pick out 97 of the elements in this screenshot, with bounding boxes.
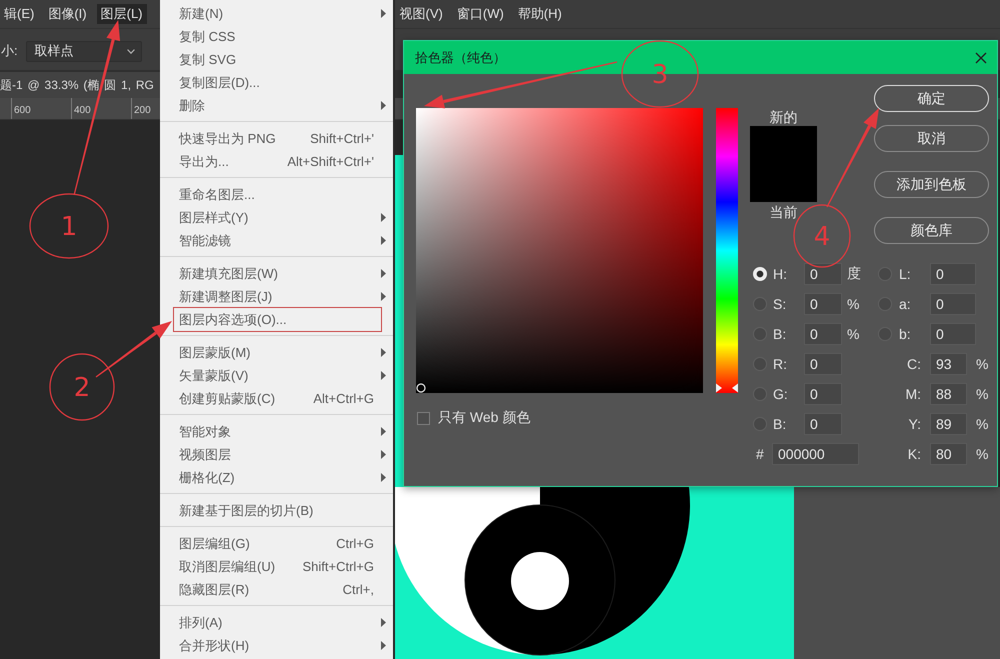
ruler-label: 400 xyxy=(74,105,91,116)
value-field[interactable]: 89 xyxy=(930,413,967,435)
unit-label: % xyxy=(847,326,860,342)
ruler-label: 200 xyxy=(134,105,151,116)
ring-marker-icon[interactable] xyxy=(416,383,426,393)
menu-item[interactable]: 智能对象 xyxy=(160,420,393,443)
menu-item[interactable]: 重命名图层... xyxy=(160,183,393,206)
menu-item[interactable]: 导出为... Alt+Shift+Ctrl+' xyxy=(160,150,393,173)
document-tab[interactable]: 题-1 @ 33.3% (椭 圆 1, RG xyxy=(0,72,160,98)
field-label: # xyxy=(756,446,764,462)
checkbox-label: 只有 Web 颜色 xyxy=(438,409,530,427)
field-label: B: xyxy=(773,416,786,432)
radio-button[interactable] xyxy=(878,327,892,341)
value-field[interactable]: 0 xyxy=(804,383,842,405)
value-field[interactable]: 0 xyxy=(930,263,976,285)
value-field[interactable]: 80 xyxy=(930,443,967,465)
value-field[interactable]: 93 xyxy=(930,353,967,375)
field-label: B: xyxy=(773,326,786,342)
menu-item[interactable]: 新建调整图层(J) xyxy=(160,285,393,308)
field-label: S: xyxy=(773,296,786,312)
dialog-button[interactable]: 取消 xyxy=(874,125,989,152)
menu-item[interactable]: 复制 SVG xyxy=(160,48,393,71)
checkbox[interactable] xyxy=(417,412,430,424)
color-field[interactable] xyxy=(416,108,703,393)
menu-item[interactable]: 新建基于图层的切片(B) xyxy=(160,499,393,522)
ruler-label: 600 xyxy=(14,105,31,116)
unit-label: 度 xyxy=(847,265,861,283)
menu-item[interactable]: 新建(N) xyxy=(160,2,393,25)
dialog-button[interactable]: 添加到色板 xyxy=(874,171,989,198)
menu-bar-item[interactable]: 图层(L) xyxy=(96,4,147,24)
field-label: R: xyxy=(773,356,787,372)
step-callout: 2 xyxy=(49,353,115,421)
radio-button[interactable] xyxy=(753,327,767,341)
value-field[interactable]: 0 xyxy=(804,263,842,285)
field-label: 小: xyxy=(1,42,18,60)
hue-slider[interactable] xyxy=(716,108,738,393)
menu-item[interactable]: 图层编组(G) Ctrl+G xyxy=(160,532,393,555)
value-field[interactable]: 0 xyxy=(804,413,842,435)
menu-bar-item[interactable]: 视图(V) xyxy=(396,4,447,24)
value-field[interactable]: 0 xyxy=(804,353,842,375)
field-label: H: xyxy=(773,266,787,282)
field-label: G: xyxy=(773,386,788,402)
field-label: C: xyxy=(907,356,921,372)
menu-item[interactable]: 图层蒙版(M) xyxy=(160,341,393,364)
menu-item[interactable]: 合并形状(H) xyxy=(160,634,393,657)
value-field[interactable]: 000000 xyxy=(772,443,859,465)
unit-label: % xyxy=(976,356,988,372)
unit-label: % xyxy=(847,296,860,312)
menu-item[interactable]: 排列(A) xyxy=(160,611,393,634)
menu-item[interactable]: 栅格化(Z) xyxy=(160,466,393,489)
dropdown[interactable]: 取样点 xyxy=(26,40,142,62)
menu-item[interactable]: 隐藏图层(R) Ctrl+, xyxy=(160,578,393,601)
value-field[interactable]: 0 xyxy=(804,293,842,315)
field-label: M: xyxy=(905,386,921,402)
menu-item[interactable]: 视频图层 xyxy=(160,443,393,466)
menu-item[interactable]: 图层样式(Y) xyxy=(160,206,393,229)
menu-bar-item[interactable]: 窗口(W) xyxy=(452,4,508,24)
unit-label: % xyxy=(976,386,988,402)
field-label: L: xyxy=(899,266,911,282)
menu-bar-item[interactable]: 辑(E) xyxy=(0,4,38,24)
dialog-title: 拾色器（纯色） xyxy=(415,48,507,66)
value-field[interactable]: 88 xyxy=(930,383,967,405)
unit-label: % xyxy=(976,446,988,462)
menu-item[interactable]: 图层内容选项(O)... xyxy=(160,308,393,331)
value-field[interactable]: 0 xyxy=(930,323,976,345)
swatch-label: 新的 xyxy=(770,109,798,125)
menu-item[interactable]: 复制 CSS xyxy=(160,25,393,48)
menu-item[interactable]: 复制图层(D)... xyxy=(160,71,393,94)
field-label: a: xyxy=(899,296,911,312)
dialog-button[interactable]: 颜色库 xyxy=(874,217,989,244)
dialog-button[interactable]: 确定 xyxy=(874,85,989,112)
radio-button[interactable] xyxy=(753,417,767,431)
radio-button[interactable] xyxy=(878,267,892,281)
menu-item[interactable]: 快速导出为 PNG Shift+Ctrl+' xyxy=(160,127,393,150)
menu-item[interactable]: 取消图层编组(U) Shift+Ctrl+G xyxy=(160,555,393,578)
radio-button[interactable] xyxy=(753,297,767,311)
radio-button[interactable] xyxy=(878,297,892,311)
value-field[interactable]: 0 xyxy=(804,323,842,345)
slider-thumb-icon[interactable] xyxy=(732,383,738,393)
menu-bar-item[interactable]: 图像(I) xyxy=(44,4,91,24)
chevron-down-icon xyxy=(126,48,135,54)
field-label: b: xyxy=(899,326,911,342)
field-label: Y: xyxy=(908,416,921,432)
menu-item[interactable]: 新建填充图层(W) xyxy=(160,262,393,285)
close-icon[interactable] xyxy=(975,52,987,64)
unit-label: % xyxy=(976,416,988,432)
menu-item[interactable]: 创建剪贴蒙版(C) Alt+Ctrl+G xyxy=(160,387,393,410)
step-callout: 1 xyxy=(29,193,109,259)
menu-item[interactable]: 智能滤镜 xyxy=(160,229,393,252)
menu-bar-item[interactable]: 帮助(H) xyxy=(514,4,566,24)
radio-button[interactable] xyxy=(753,357,767,371)
menu-item[interactable]: 矢量蒙版(V) xyxy=(160,364,393,387)
radio-button[interactable] xyxy=(753,387,767,401)
slider-thumb-icon[interactable] xyxy=(716,383,722,393)
menu-item[interactable]: 删除 xyxy=(160,94,393,117)
value-field[interactable]: 0 xyxy=(930,293,976,315)
field-label: K: xyxy=(908,446,921,462)
